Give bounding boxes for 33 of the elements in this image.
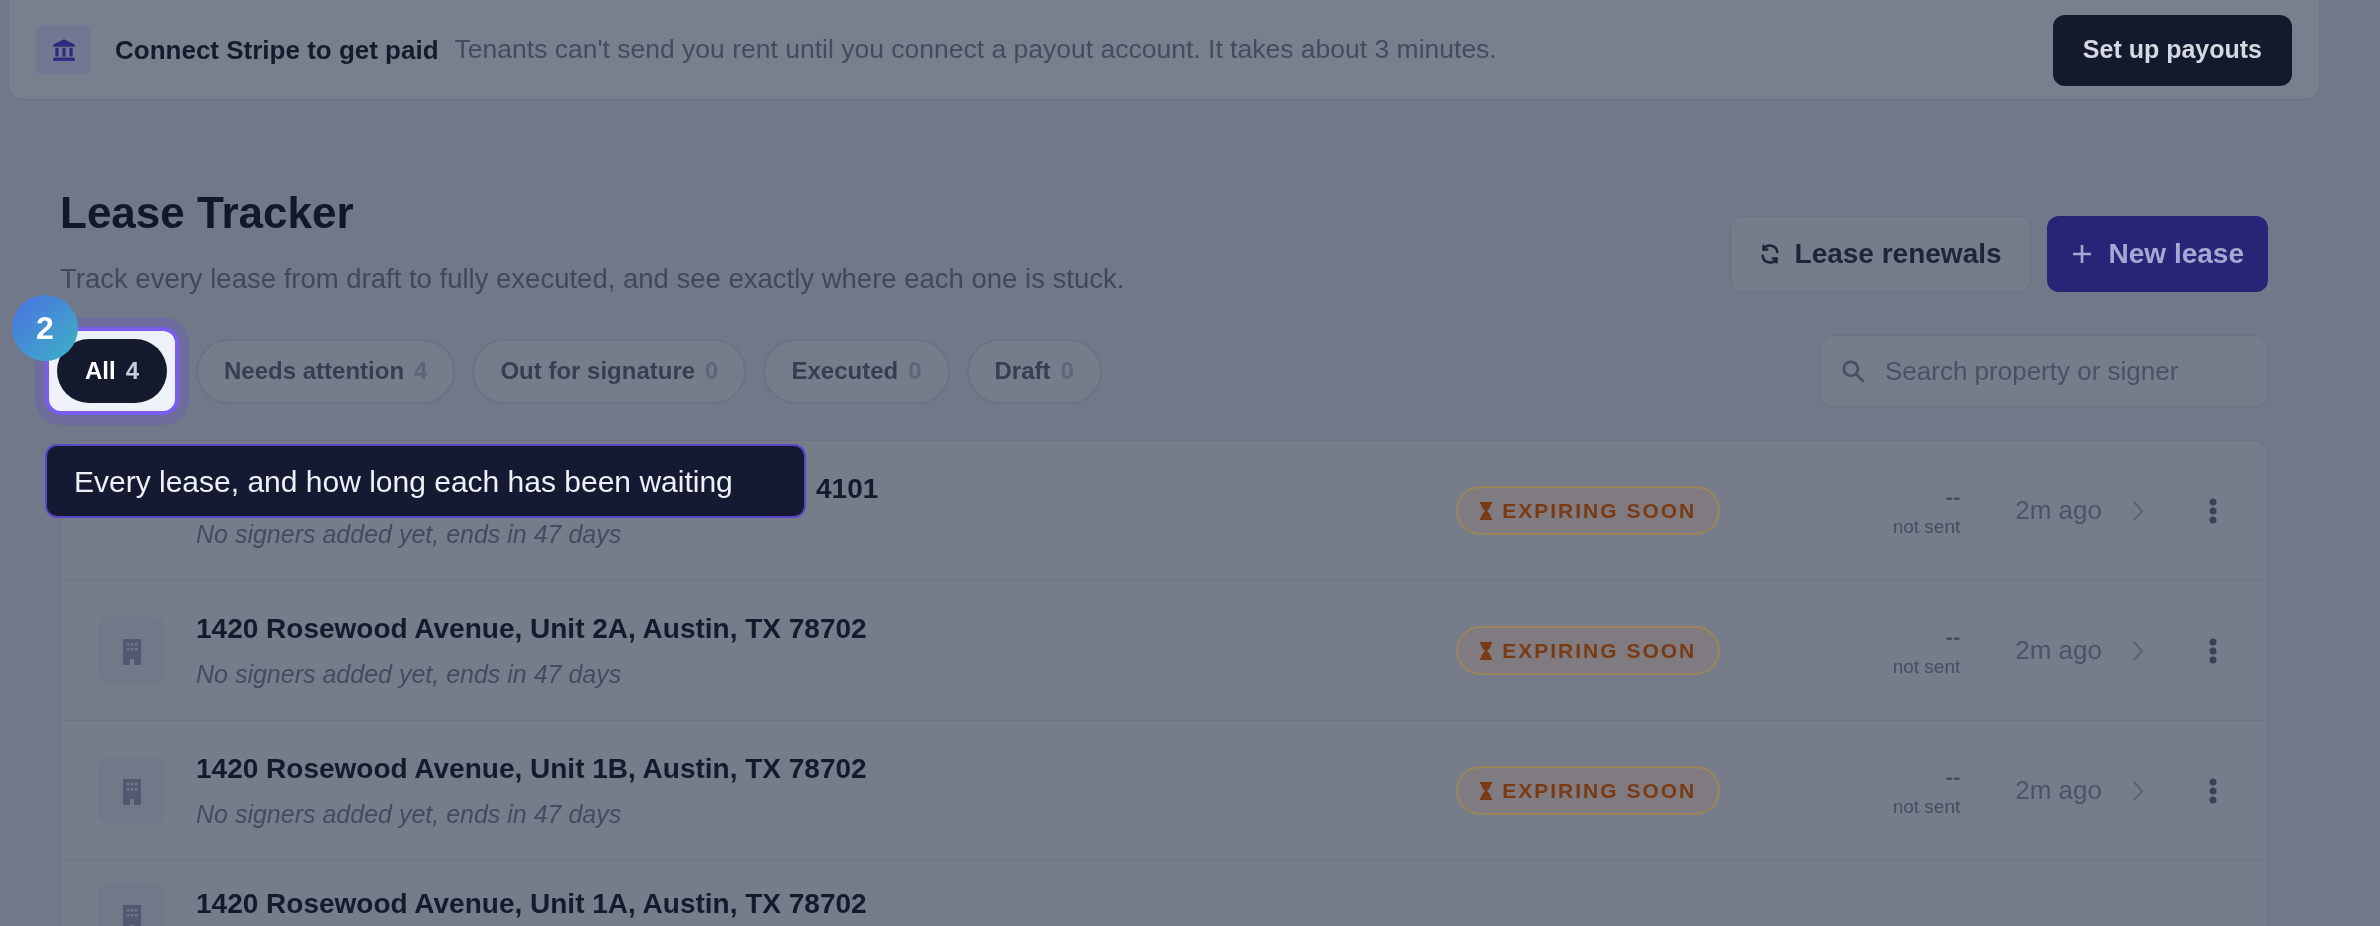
filter-tab[interactable]: All 4 xyxy=(57,339,168,403)
more-icon[interactable] xyxy=(2209,777,2217,804)
status-badge: EXPIRING SOON xyxy=(1456,626,1721,675)
page-title: Lease Tracker xyxy=(60,187,355,239)
tour-step-badge: 2 xyxy=(12,295,78,361)
hourglass-icon xyxy=(1480,501,1493,520)
property-address: 4101 xyxy=(816,471,879,506)
signer-count: -- xyxy=(1945,482,1961,511)
chevron-right-icon[interactable] xyxy=(2132,779,2144,802)
signer-count: -- xyxy=(1945,762,1961,791)
refresh-icon xyxy=(1758,243,1781,265)
more-icon[interactable] xyxy=(2209,637,2217,664)
chevron-right-icon[interactable] xyxy=(2132,499,2144,522)
building-icon xyxy=(98,757,165,824)
property-address: 1420 Rosewood Avenue, Unit 1B, Austin, TX 78702 xyxy=(196,751,867,786)
hourglass-icon xyxy=(1480,641,1493,660)
plus-icon xyxy=(2070,243,2093,265)
status-badge: EXPIRING SOON xyxy=(1456,766,1721,815)
hourglass-icon xyxy=(1480,781,1493,800)
banner-title: Connect Stripe to get paid xyxy=(115,33,439,67)
signer-count: -- xyxy=(1945,622,1961,651)
bank-icon xyxy=(36,25,91,75)
more-icon[interactable] xyxy=(2209,497,2217,524)
tour-tooltip: Every lease, and how long each has been waiting xyxy=(45,444,806,518)
status-badge: EXPIRING SOON xyxy=(1456,486,1721,535)
chevron-right-icon[interactable] xyxy=(2132,639,2144,662)
search-icon xyxy=(1840,358,1866,384)
set-up-payouts-button[interactable]: Set up payouts xyxy=(2052,14,2292,86)
lease-renewals-button[interactable]: Lease renewals xyxy=(1729,216,2031,292)
building-icon xyxy=(98,617,165,684)
property-address: 1420 Rosewood Avenue, Unit 2A, Austin, TX 78702 xyxy=(196,611,867,646)
property-address: 1420 Rosewood Avenue, Unit 1A, Austin, TX 78702 xyxy=(196,887,867,921)
new-lease-button[interactable]: New lease xyxy=(2046,216,2268,292)
